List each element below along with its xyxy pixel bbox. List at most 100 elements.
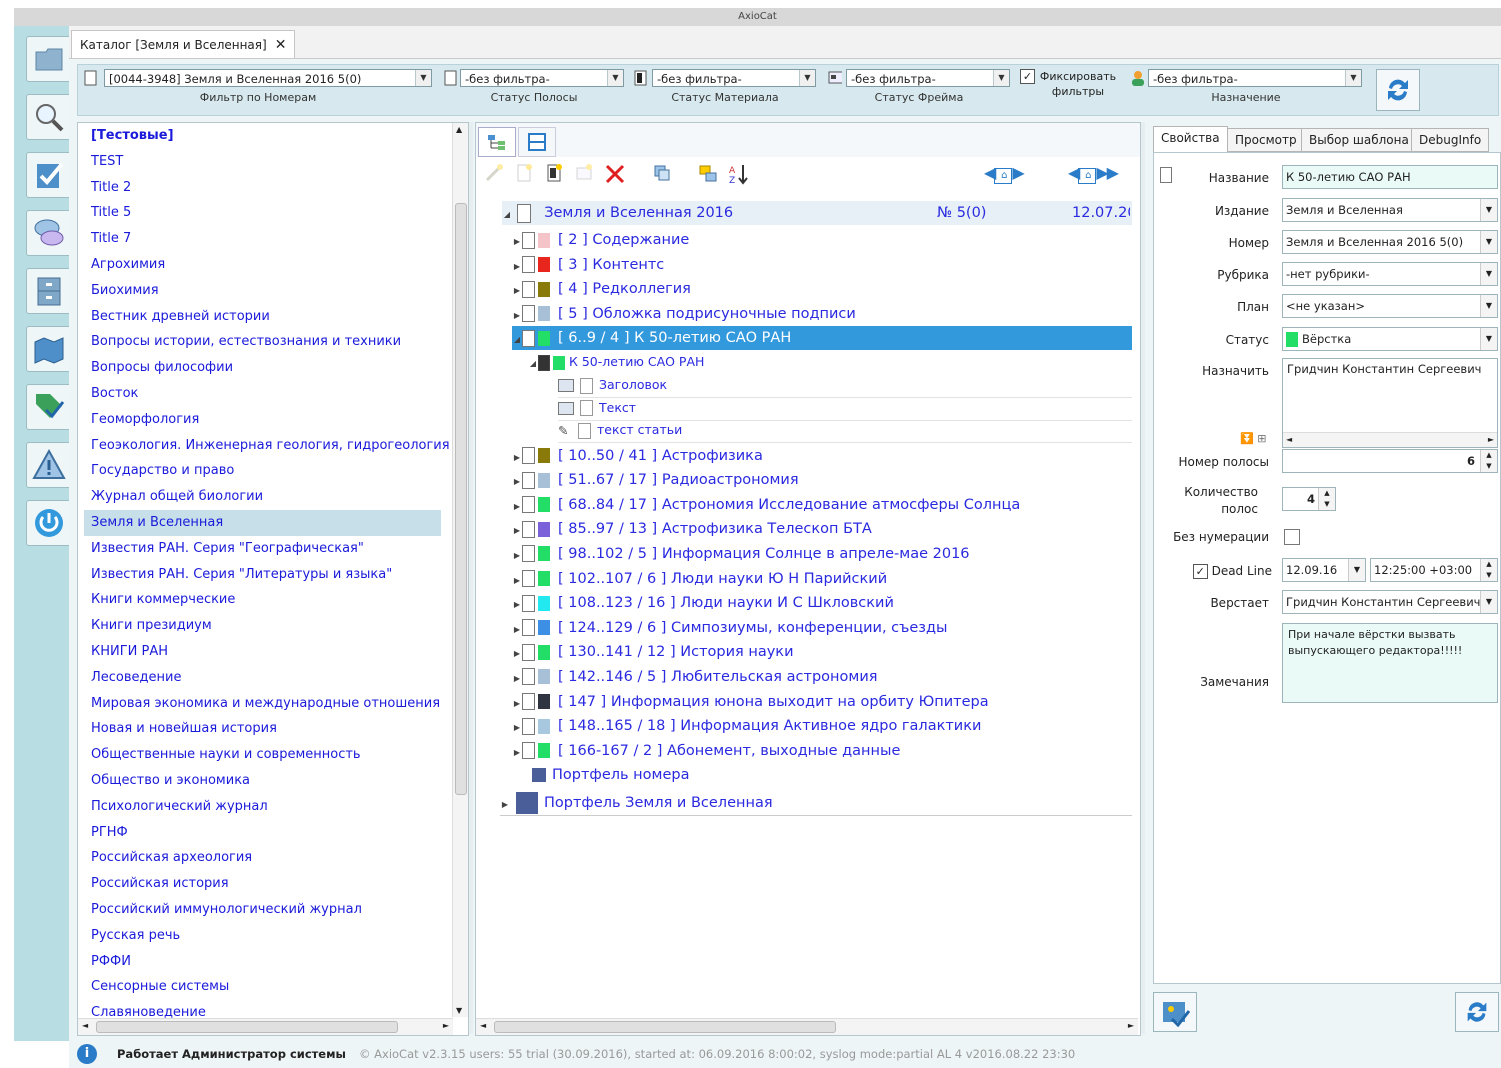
catalog-item[interactable]: Книги президиум <box>78 613 453 639</box>
strip-count-field[interactable]: 4 ▲ ▼ <box>1282 487 1336 511</box>
wand-button[interactable] <box>484 163 506 185</box>
edition-select[interactable]: Земля и Вселенная ▼ <box>1282 198 1498 222</box>
tree-strip-row[interactable]: ▶ [ 98..102 / 5 ] Информация Солнце в апр… <box>512 542 970 566</box>
catalog-item[interactable]: Российская археология <box>78 845 453 871</box>
spinner-icon[interactable]: ▲ ▼ <box>1480 559 1497 581</box>
tab-catalog[interactable]: Каталог [Земля и Вселенная] ✕ <box>71 30 296 58</box>
move-button[interactable] <box>698 163 720 185</box>
refresh-properties-button[interactable] <box>1455 992 1499 1032</box>
tab-template[interactable]: Выбор шаблона <box>1301 128 1417 152</box>
home-icon[interactable]: ⌂ <box>994 168 1013 184</box>
right-splitter[interactable] <box>1141 122 1145 1034</box>
refresh-filters-button[interactable] <box>1376 69 1420 111</box>
expand-icon[interactable]: ▶ <box>512 304 522 328</box>
deadline-date-picker[interactable]: 12.09.16 ▼ <box>1282 558 1366 582</box>
catalog-item[interactable]: Title 5 <box>78 200 453 226</box>
catalog-item[interactable]: Восток <box>78 381 453 407</box>
catalog-item[interactable]: КНИГИ РАН <box>78 639 453 665</box>
assign-list[interactable]: Гридчин Константин Сергеевич ◄ ► <box>1282 358 1498 448</box>
status-select[interactable]: Вёрстка ▼ <box>1282 327 1498 351</box>
expand-icon[interactable]: ▶ <box>512 544 522 568</box>
catalog-item[interactable]: Земля и Вселенная <box>84 509 441 536</box>
tree-strip-row[interactable]: ▶ [ 68..84 / 17 ] Астрономия Исследование… <box>512 493 1020 517</box>
catalog-item[interactable]: Журнал общей биологии <box>78 484 453 510</box>
no-numbering-checkbox[interactable] <box>1284 529 1300 545</box>
apply-button[interactable] <box>1153 992 1197 1032</box>
messages-button[interactable] <box>26 210 72 256</box>
warnings-button[interactable] <box>26 442 72 488</box>
tree-strip-row[interactable]: ▶ [ 85..97 / 13 ] Астрофизика Телескоп БТ… <box>512 517 872 541</box>
catalog-item[interactable]: Российский иммунологический журнал <box>78 897 453 923</box>
chevron-right-icon[interactable]: ▶ <box>1107 163 1119 182</box>
notes-field[interactable]: При начале вёрстки вызвать выпускающего … <box>1282 623 1498 703</box>
catalog-item[interactable]: Title 2 <box>78 175 453 201</box>
name-field[interactable]: К 50-летию САО РАН <box>1282 165 1498 189</box>
catalog-item[interactable]: Title 7 <box>78 226 453 252</box>
tree-strip-row[interactable]: ▶ [ 5 ] Обложка подрисуночные подписи <box>512 302 856 326</box>
catalog-vscrollbar[interactable]: ▲ ▼ <box>452 123 468 1017</box>
catalog-item[interactable]: РГНФ <box>78 820 453 846</box>
filter-assignment-select[interactable]: -без фильтра- ▼ <box>1148 69 1362 87</box>
tree-strip-row[interactable]: ▶ [ 4 ] Редколлегия <box>512 277 691 301</box>
rubric-select[interactable]: -нет рубрики- ▼ <box>1282 262 1498 286</box>
tree-strip-row[interactable]: ◢ [ 6..9 / 4 ] К 50-летию САО РАН <box>512 326 1132 351</box>
catalog-item[interactable]: Общество и экономика <box>78 768 453 794</box>
tree-material-row[interactable]: ◢ К 50-летию САО РАН <box>528 350 704 374</box>
catalog-item[interactable]: Известия РАН. Серия "Географическая" <box>78 536 453 562</box>
catalog-item[interactable]: Новая и новейшая история <box>78 716 453 742</box>
tree-strip-row[interactable]: ▶ [ 102..107 / 6 ] Люди науки Ю Н Парийск… <box>512 567 887 591</box>
tree-strip-row[interactable]: ▶ [ 10..50 / 41 ] Астрофизика <box>512 444 763 468</box>
collapse-icon[interactable]: ◢ <box>528 352 538 376</box>
number-select[interactable]: Земля и Вселенная 2016 5(0) ▼ <box>1282 230 1498 254</box>
portfolio-journal-row[interactable]: ▶ Портфель Земля и Вселенная <box>500 791 1132 817</box>
expand-icon[interactable]: ▶ <box>512 618 522 642</box>
catalog-item[interactable]: Вопросы философии <box>78 355 453 381</box>
copy-button[interactable] <box>652 163 674 185</box>
tab-preview[interactable]: Просмотр <box>1227 128 1305 152</box>
expand-icon[interactable]: ▶ <box>512 642 522 666</box>
left-splitter[interactable] <box>469 122 473 1034</box>
tree-frame-row[interactable]: Заголовок <box>558 373 1132 398</box>
new-material-button[interactable] <box>544 163 566 185</box>
logout-button[interactable] <box>26 500 72 546</box>
tab-debuginfo[interactable]: DebugInfo <box>1411 128 1490 152</box>
expand-icon[interactable]: ▶ <box>512 741 522 765</box>
catalog-item[interactable]: Мировая экономика и международные отноше… <box>78 691 453 717</box>
filter-number-select[interactable]: [0044-3948] Земля и Вселенная 2016 5(0) … <box>104 69 432 87</box>
new-frame-button[interactable] <box>574 163 596 185</box>
expand-icon[interactable]: ▶ <box>512 667 522 691</box>
portfolio-issue-row[interactable]: Портфель номера <box>532 763 689 787</box>
catalog-item[interactable]: Известия РАН. Серия "Литературы и языка" <box>78 562 453 588</box>
expand-icon[interactable]: ▶ <box>512 255 522 279</box>
filter-material-status-select[interactable]: -без фильтра- ▼ <box>652 69 816 87</box>
catalog-item[interactable]: РФФИ <box>78 949 453 975</box>
chevron-left-icon[interactable]: ◀ <box>1068 163 1080 182</box>
catalog-item[interactable]: Вопросы истории, естествознания и техник… <box>78 329 453 355</box>
chevron-right-icon[interactable]: ▶ <box>1012 163 1024 182</box>
strip-no-field[interactable]: 6 ▲ ▼ <box>1282 449 1498 473</box>
archive-button[interactable] <box>26 268 72 314</box>
catalog-item[interactable]: Общественные науки и современность <box>78 742 453 768</box>
deadline-checkbox[interactable]: ✓ <box>1192 564 1208 579</box>
expand-icon[interactable]: ▶ <box>512 446 522 470</box>
filter-frame-status-select[interactable]: -без фильтра- ▼ <box>846 69 1010 87</box>
expand-icon[interactable]: ▶ <box>512 569 522 593</box>
spinner-icon[interactable]: ▲ ▼ <box>1480 450 1497 472</box>
expand-icon[interactable]: ▶ <box>512 495 522 519</box>
expand-icon[interactable]: ▶ <box>512 692 522 716</box>
chevron-left-icon[interactable]: ◀ <box>984 163 996 182</box>
expand-icon[interactable]: ▶ <box>512 470 522 494</box>
expand-icon[interactable]: ▶ <box>512 279 522 303</box>
catalog-item[interactable]: Агрохимия <box>78 252 453 278</box>
tree-strip-row[interactable]: ▶ [ 130..141 / 12 ] История науки <box>512 640 794 664</box>
tree-strip-row[interactable]: ▶ [ 108..123 / 16 ] Люди науки И С Шкловс… <box>512 591 894 615</box>
close-icon[interactable]: ✕ <box>275 32 287 58</box>
deadline-time-field[interactable]: 12:25:00 +03:00 ▲ ▼ <box>1370 558 1498 582</box>
maps-button[interactable] <box>26 326 72 372</box>
tree-hscrollbar[interactable]: ◄ ► <box>476 1018 1138 1035</box>
tree-strip-row[interactable]: ▶ [ 124..129 / 6 ] Симпозиумы, конференци… <box>512 616 948 640</box>
spinner-icon[interactable]: ▲ ▼ <box>1318 488 1335 510</box>
delete-button[interactable] <box>604 163 626 185</box>
chevron-right-icon[interactable]: ▶ <box>1096 163 1108 182</box>
tree-strip-row[interactable]: ▶ [ 166-167 / 2 ] Абонемент, выходные дан… <box>512 739 900 763</box>
